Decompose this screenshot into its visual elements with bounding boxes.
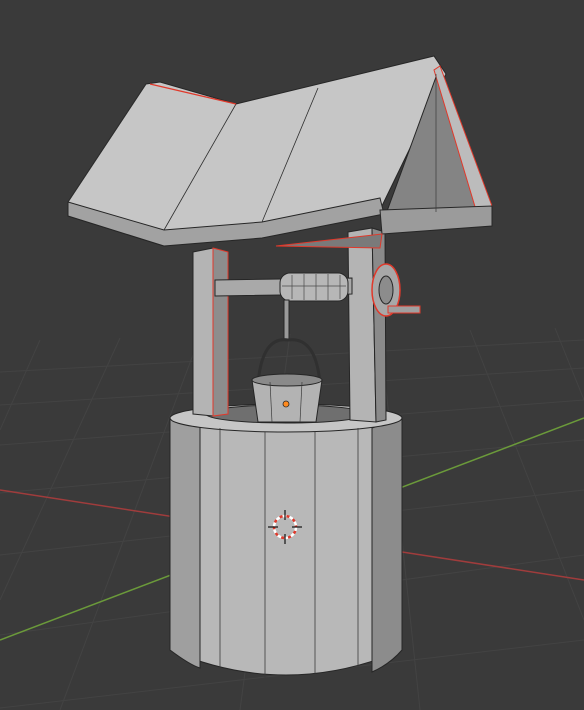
3d-viewport[interactable] [0, 0, 584, 710]
right-post[interactable] [347, 227, 387, 423]
rope-drum[interactable] [279, 272, 349, 302]
bucket[interactable] [251, 373, 323, 423]
rope[interactable] [283, 299, 290, 341]
crank-handle[interactable] [387, 305, 421, 314]
well-base[interactable] [169, 403, 403, 690]
scene-canvas[interactable] [0, 0, 584, 710]
object-origin-dot [282, 400, 290, 408]
left-post[interactable] [192, 247, 229, 417]
wishing-well-mesh[interactable] [67, 55, 493, 690]
